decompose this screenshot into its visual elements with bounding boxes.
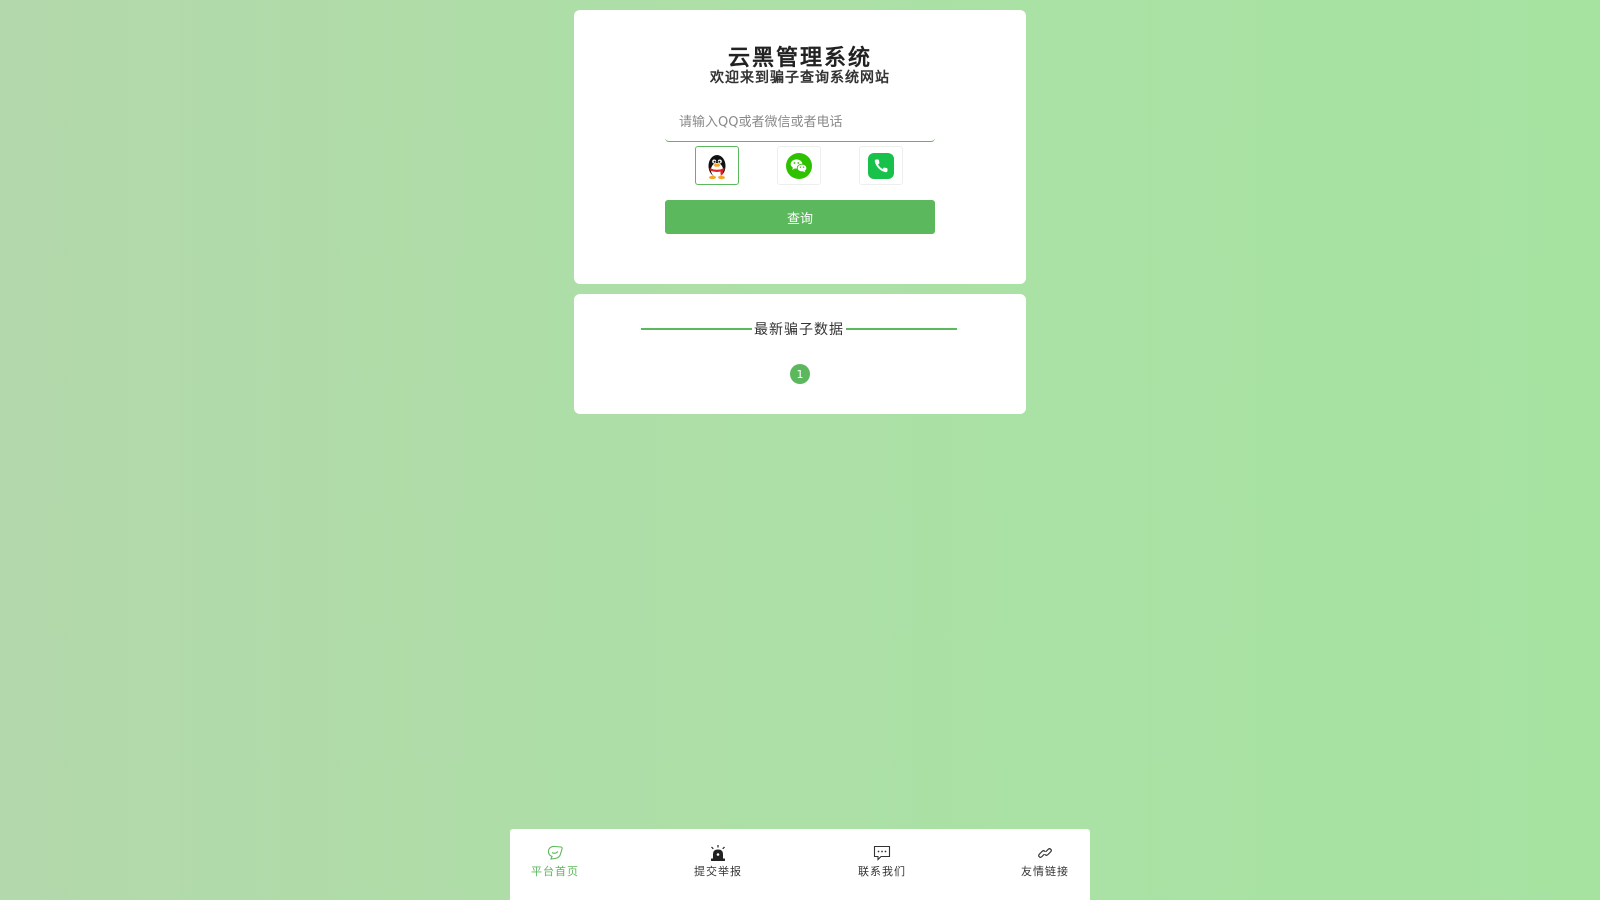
wechat-icon	[786, 152, 812, 179]
phone-type-button[interactable]	[859, 146, 903, 185]
qq-penguin-icon	[708, 154, 726, 179]
nav-label-home: 平台首页	[531, 865, 579, 878]
search-card: 云黑管理系统 欢迎来到骗子查询系统网站 请输入QQ或者微信或者电话 查询	[574, 10, 1026, 284]
nav-label-links: 友情链接	[1021, 865, 1069, 878]
heading-divider-right	[846, 328, 957, 330]
phone-icon	[868, 152, 894, 179]
nav-item-report[interactable]: 提交举报	[683, 845, 753, 885]
page-subtitle: 欢迎来到骗子查询系统网站	[710, 70, 890, 86]
latest-data-card: 最新骗子数据 1	[574, 294, 1026, 414]
qq-type-button[interactable]	[695, 146, 739, 185]
link-icon	[1038, 848, 1052, 858]
wechat-type-button[interactable]	[777, 146, 821, 185]
home-icon	[547, 845, 563, 860]
chat-icon	[873, 845, 891, 861]
pagination-page-1[interactable]: 1	[790, 364, 810, 384]
bottom-nav: 平台首页 提交举报 联系我们 友情链接	[510, 829, 1090, 900]
nav-label-report: 提交举报	[694, 865, 742, 878]
nav-item-contact[interactable]: 联系我们	[847, 845, 917, 885]
nav-item-home[interactable]: 平台首页	[520, 845, 590, 885]
nav-item-links[interactable]: 友情链接	[1010, 845, 1080, 885]
section-heading-text: 最新骗子数据	[754, 322, 844, 338]
section-heading: 最新骗子数据	[641, 318, 957, 340]
query-button[interactable]: 查询	[665, 200, 935, 234]
nav-label-contact: 联系我们	[858, 865, 906, 878]
heading-divider-left	[641, 328, 752, 330]
search-input[interactable]	[665, 104, 935, 142]
alarm-icon	[711, 845, 725, 861]
